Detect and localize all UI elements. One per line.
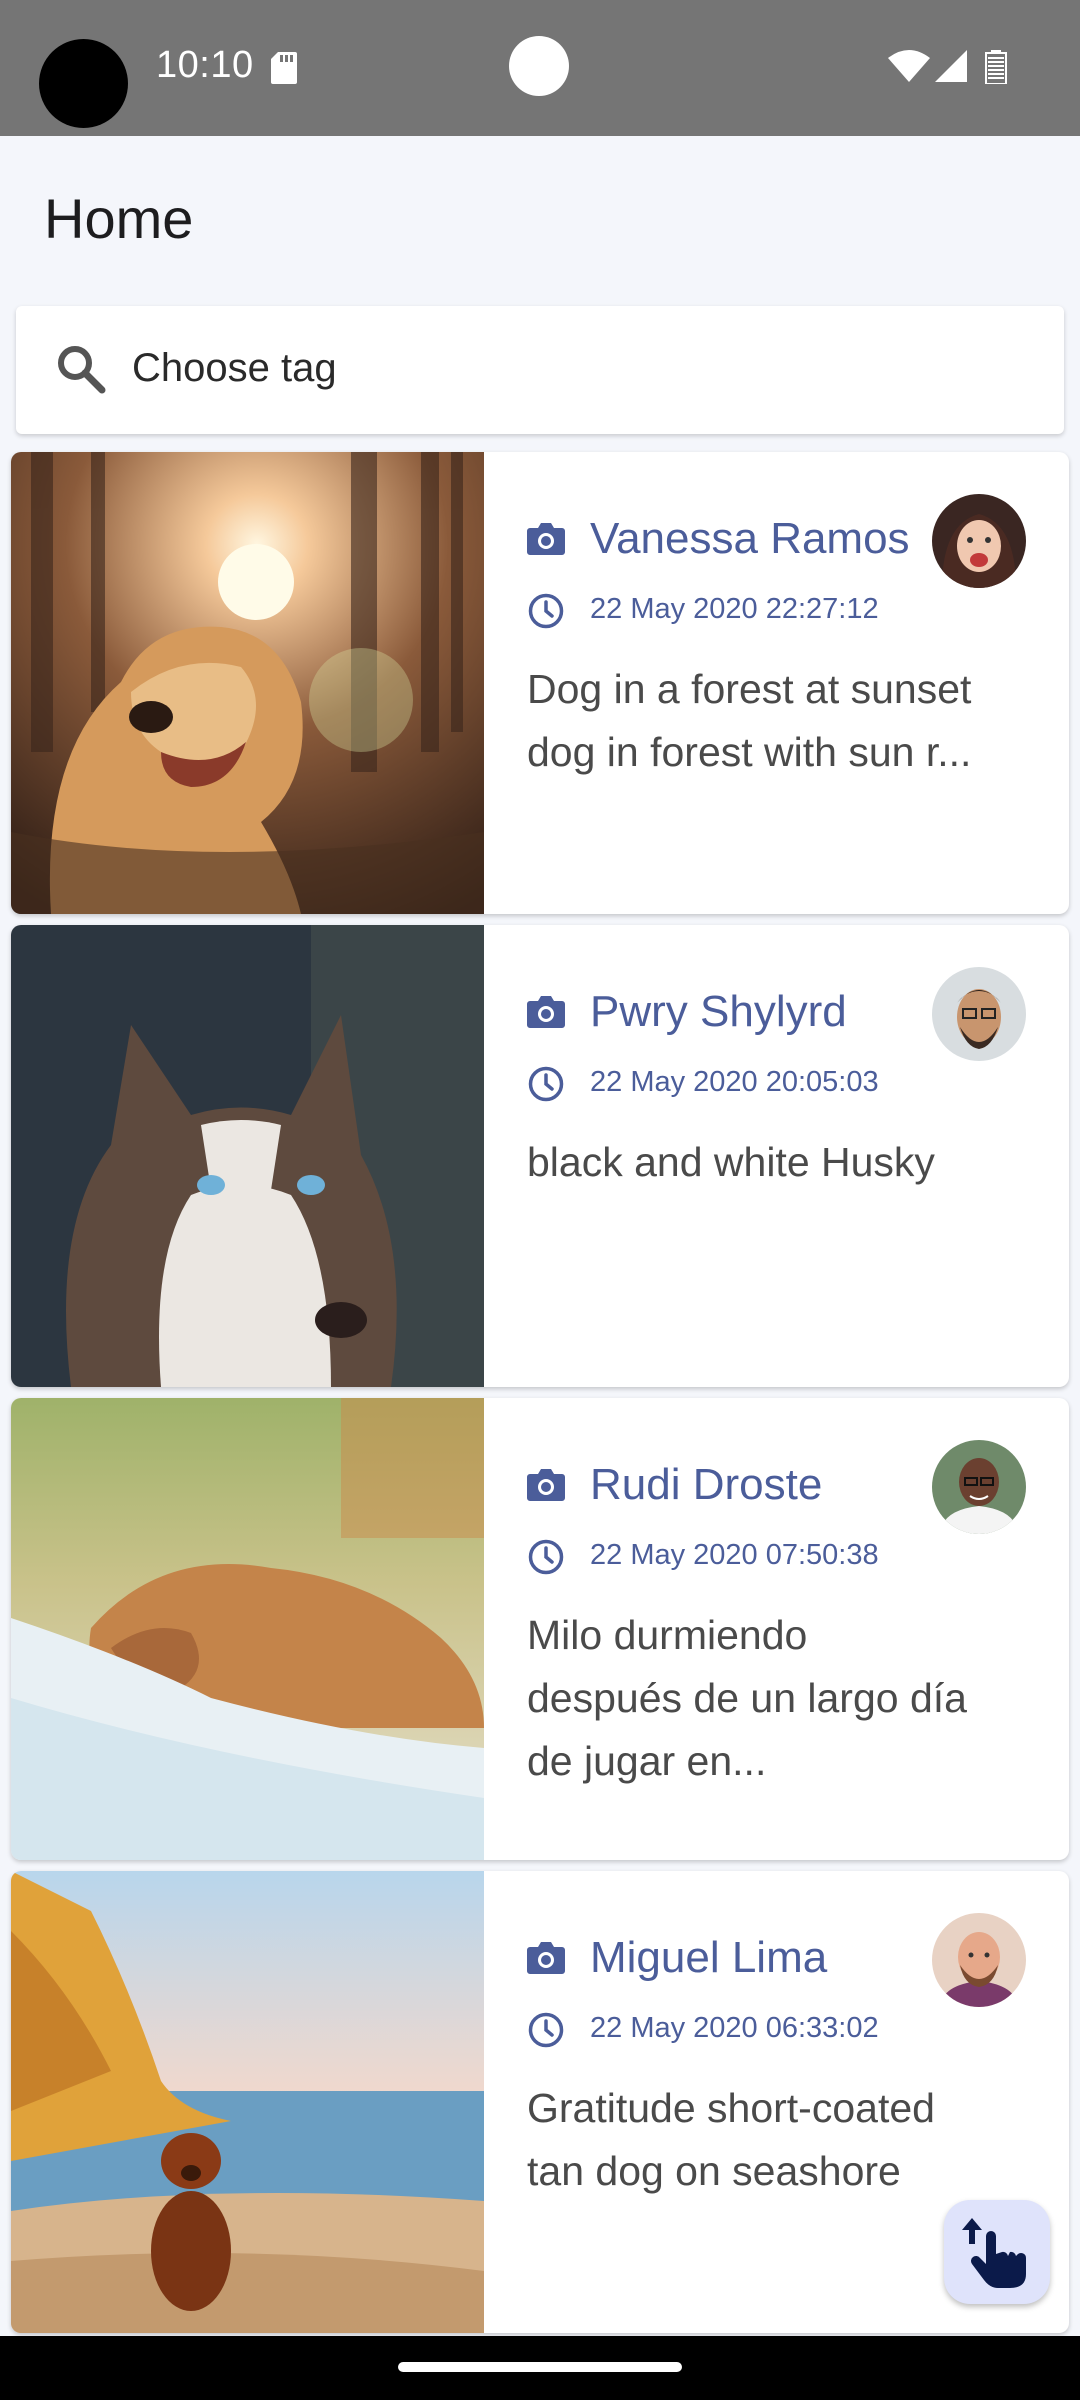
post-description: Milo durmiendo después de un largo día d… bbox=[527, 1604, 1047, 1793]
description-line: Dog in a forest at sunset bbox=[527, 666, 972, 712]
description-line: Gratitude short-coated bbox=[527, 2085, 935, 2131]
signal-icon bbox=[935, 50, 967, 82]
app-bar: Home bbox=[0, 136, 1080, 304]
description-line: después de un largo día bbox=[527, 1675, 967, 1721]
description-line: Milo durmiendo bbox=[527, 1612, 808, 1658]
post-author[interactable]: Vanessa Ramos bbox=[590, 514, 910, 564]
touch-gesture-icon bbox=[962, 2218, 1026, 2288]
post-author[interactable]: Pwry Shylyrd bbox=[590, 987, 847, 1037]
post-card[interactable]: Miguel Lima 22 May 2020 06:33:02 Gratitu… bbox=[11, 1871, 1069, 2333]
description-line: dog in forest with sun r... bbox=[527, 729, 972, 775]
description-line: tan dog on seashore bbox=[527, 2148, 901, 2194]
camera-icon bbox=[527, 996, 565, 1028]
status-time: 10:10 bbox=[156, 44, 254, 86]
post-date: 22 May 2020 22:27:12 bbox=[590, 593, 879, 625]
post-date: 22 May 2020 20:05:03 bbox=[590, 1066, 879, 1098]
post-photo[interactable] bbox=[11, 1871, 484, 2333]
post-photo[interactable] bbox=[11, 1398, 484, 1860]
camera-icon bbox=[527, 1942, 565, 1974]
post-photo[interactable] bbox=[11, 925, 484, 1387]
front-camera bbox=[39, 39, 128, 128]
post-card[interactable]: Vanessa Ramos 22 May 2020 22:27:12 Dog i… bbox=[11, 452, 1069, 914]
system-navigation-bar bbox=[0, 2336, 1080, 2400]
status-dot bbox=[509, 36, 569, 96]
clock-icon bbox=[528, 593, 564, 629]
post-date: 22 May 2020 06:33:02 bbox=[590, 2012, 879, 2044]
tag-search-field[interactable]: Choose tag bbox=[16, 306, 1064, 434]
post-author[interactable]: Rudi Droste bbox=[590, 1460, 822, 1510]
post-description: Gratitude short-coated tan dog on seasho… bbox=[527, 2077, 1047, 2203]
post-description: black and white Husky bbox=[527, 1131, 1047, 1194]
home-gesture-handle[interactable] bbox=[398, 2362, 682, 2372]
description-line: de jugar en... bbox=[527, 1738, 767, 1784]
post-author[interactable]: Miguel Lima bbox=[590, 1933, 827, 1983]
post-photo[interactable] bbox=[11, 452, 484, 914]
author-avatar[interactable] bbox=[932, 1913, 1026, 2007]
post-date: 22 May 2020 07:50:38 bbox=[590, 1539, 879, 1571]
description-line: black and white Husky bbox=[527, 1139, 935, 1185]
author-avatar[interactable] bbox=[932, 967, 1026, 1061]
camera-icon bbox=[527, 1469, 565, 1501]
author-avatar[interactable] bbox=[932, 494, 1026, 588]
search-placeholder: Choose tag bbox=[132, 346, 337, 390]
clock-icon bbox=[528, 2012, 564, 2048]
battery-icon bbox=[985, 50, 1007, 84]
post-card[interactable]: Pwry Shylyrd 22 May 2020 20:05:03 black … bbox=[11, 925, 1069, 1387]
clock-icon bbox=[528, 1539, 564, 1575]
search-icon bbox=[58, 346, 106, 394]
status-bar: 10:10 bbox=[0, 0, 1080, 136]
post-description: Dog in a forest at sunset dog in forest … bbox=[527, 658, 1047, 784]
page-title: Home bbox=[44, 187, 194, 250]
camera-icon bbox=[527, 523, 565, 555]
post-card[interactable]: Rudi Droste 22 May 2020 07:50:38 Milo du… bbox=[11, 1398, 1069, 1860]
author-avatar[interactable] bbox=[932, 1440, 1026, 1534]
clock-icon bbox=[528, 1066, 564, 1102]
sd-card-icon bbox=[271, 52, 297, 84]
wifi-icon bbox=[888, 50, 930, 82]
touch-gesture-button[interactable] bbox=[944, 2200, 1050, 2304]
